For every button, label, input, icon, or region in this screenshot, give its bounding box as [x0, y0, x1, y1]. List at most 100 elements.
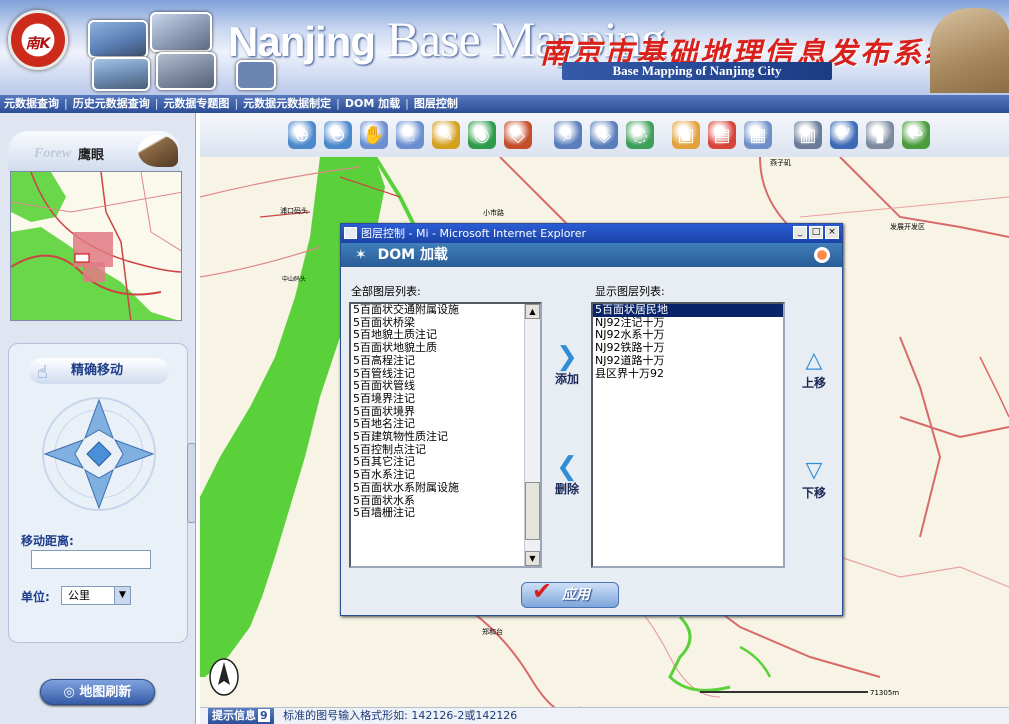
menu-item[interactable]: DOM 加载 — [345, 97, 400, 110]
all-layers-scrollbar[interactable]: ▲ ▼ — [524, 304, 540, 566]
banner-photo-3 — [150, 12, 212, 52]
scroll-thumb[interactable] — [525, 482, 540, 540]
move-up-arrow-icon[interactable] — [84, 398, 114, 440]
move-down-arrow-icon[interactable] — [84, 468, 114, 510]
status-tag: 提示信息 9 — [208, 708, 274, 724]
pan-hand-icon[interactable]: ✋ — [360, 121, 388, 149]
menu-item[interactable]: 图层控制 — [414, 97, 458, 110]
select-point-icon[interactable]: ▣ — [672, 121, 700, 149]
all-layers-label: 全部图层列表: — [351, 285, 421, 298]
move-left-arrow-icon[interactable] — [43, 439, 85, 469]
menu-separator: | — [336, 97, 340, 110]
back-icon[interactable]: ↩ — [902, 121, 930, 149]
measure-area-icon[interactable]: ◇ — [504, 121, 532, 149]
banner-subtitle-en: Base Mapping of Nanjing City — [562, 62, 832, 80]
display-layers-items: 5百面状居民地 NJ92注记十万 NJ92水系十万 NJ92铁路十万 NJ92道路十万县… — [593, 304, 783, 380]
all-layers-item[interactable]: 5百墙栅注记 — [351, 507, 540, 520]
hand-pointer-icon: ☝ — [37, 362, 48, 383]
menu-separator: | — [154, 97, 159, 110]
unit-select[interactable]: 公里 ▼ — [61, 586, 131, 605]
triangle-down-icon: ▽ — [805, 458, 823, 483]
move-up-button[interactable]: △ 上移 — [793, 348, 835, 391]
banner-photo-2 — [92, 57, 150, 91]
all-layers-item[interactable]: 5百水系注记 — [351, 468, 540, 482]
measure-ruler-icon[interactable]: ✎ — [432, 121, 460, 149]
close-icon[interactable]: × — [825, 226, 839, 239]
edit-icon[interactable]: ✐ — [830, 121, 858, 149]
scale-bar-label: 71305m — [870, 689, 899, 697]
center-diamond-icon[interactable] — [86, 441, 112, 467]
banner-photo-1 — [88, 20, 148, 58]
triangle-up-icon: △ — [805, 348, 823, 373]
overview-map[interactable] — [10, 171, 182, 321]
panel-splitter-handle[interactable] — [187, 443, 196, 523]
ie-window-icon — [344, 227, 357, 239]
select-polygon-icon[interactable]: ▦ — [744, 121, 772, 149]
menu-item[interactable]: 元数据专题图 — [163, 97, 229, 110]
map-label: 燕子矶 — [770, 158, 791, 167]
unit-selected-value: 公里 — [68, 589, 90, 602]
map-label: 郑和台 — [482, 627, 503, 636]
apply-button[interactable]: ✔ 应用 — [521, 579, 619, 608]
dialog-titlebar[interactable]: 图层控制 - Mi - Microsoft Internet Explorer … — [341, 224, 842, 243]
remove-button-label: 删除 — [554, 482, 579, 496]
map-label: 中山码头 — [282, 275, 306, 283]
all-layers-item[interactable]: 5百面状地貌土质 — [351, 341, 540, 355]
all-layers-item[interactable]: 5百建筑物性质注记 — [351, 430, 540, 444]
menu-item[interactable]: 元数据元数据制定 — [243, 97, 331, 110]
all-layers-item[interactable]: 5百高程注记 — [351, 354, 540, 368]
overview-map-graphic — [11, 172, 181, 320]
fine-move-panel: ☝ 精确移动 移动距离: 单位: 公里 ▼ — [8, 343, 188, 643]
move-down-label: 下移 — [801, 486, 826, 500]
map-label: 发展开发区 — [890, 222, 925, 231]
display-layers-item[interactable]: 县区界十万92 — [593, 367, 783, 381]
display-layers-listbox[interactable]: 5百面状居民地 NJ92注记十万 NJ92水系十万 NJ92铁路十万 NJ92道路十万县… — [591, 302, 785, 568]
buffer-icon[interactable]: ◌ — [626, 121, 654, 149]
logo-text: 南K — [25, 36, 51, 52]
maximize-icon[interactable]: □ — [809, 226, 823, 239]
eagle-icon — [138, 135, 178, 167]
display-layers-item[interactable]: 5百面状居民地 — [593, 304, 783, 317]
logo-eagle-eye-text: 鹰眼 — [78, 148, 105, 163]
query-magnifier-icon[interactable]: ⌕ — [554, 121, 582, 149]
menu-separator: | — [234, 97, 239, 110]
add-button[interactable]: ❯ 添加 — [547, 344, 587, 387]
direction-compass — [42, 397, 156, 511]
all-layers-item[interactable]: 5百面状水系附属设施 — [351, 481, 540, 495]
logo-forward-text: Forew — [34, 146, 72, 161]
menu-item[interactable]: 元数据查询 — [4, 97, 59, 110]
map-refresh-button[interactable]: ◎ 地图刷新 — [40, 679, 155, 705]
move-distance-input[interactable] — [31, 550, 151, 569]
banner-title-main: Nanjing — [228, 18, 376, 65]
dialog-close-icon[interactable] — [814, 247, 830, 263]
fine-move-title: 精确移动 — [71, 363, 124, 378]
zoom-out-icon[interactable]: ⊖ — [324, 121, 352, 149]
remove-button[interactable]: ❮ 删除 — [547, 454, 587, 497]
all-layers-listbox[interactable]: 5百面状交通附属设施 5百面状桥梁 5百地貌土质注记 5百面状地貌土质 5百高程注记 5百… — [349, 302, 542, 568]
all-layers-item[interactable]: 5百面状交通附属设施 — [351, 304, 540, 317]
move-right-arrow-icon[interactable] — [113, 439, 155, 469]
globe-icon[interactable]: ◉ — [468, 121, 496, 149]
display-layers-item[interactable]: NJ92道路十万 — [593, 354, 783, 368]
apply-button-label: 应用 — [562, 587, 590, 603]
display-layers-item[interactable]: NJ92铁路十万 — [593, 341, 783, 355]
all-layers-item[interactable]: 5百境界注记 — [351, 392, 540, 406]
main-menu-bar: 元数据查询 | 历史元数据查询 | 元数据专题图 | 元数据元数据制定 | DOM 加载 | 图层控… — [0, 95, 1009, 113]
header-banner: 南K Nanjing Base Mapping 南京市基础地理信息发布系统 Ba… — [0, 0, 1009, 95]
select-hand-icon[interactable]: ☝ — [396, 121, 424, 149]
select-rect-icon[interactable]: ▤ — [708, 121, 736, 149]
scroll-up-icon[interactable]: ▲ — [525, 304, 540, 319]
layer-control-dialog: 图层控制 - Mi - Microsoft Internet Explorer … — [340, 223, 843, 616]
fine-move-header: ☝ 精确移动 — [29, 358, 169, 384]
dropdown-arrow-icon[interactable]: ▼ — [114, 587, 130, 604]
display-layers-label: 显示图层列表: — [595, 285, 665, 298]
dialog-header: ✶ DOM 加载 — [341, 243, 842, 267]
print-icon[interactable]: ▥ — [794, 121, 822, 149]
zoom-in-icon[interactable]: ⊕ — [288, 121, 316, 149]
menu-item[interactable]: 历史元数据查询 — [73, 97, 150, 110]
minimize-icon[interactable]: _ — [793, 226, 807, 239]
identify-icon[interactable]: ◈ — [590, 121, 618, 149]
delete-icon[interactable]: ▮ — [866, 121, 894, 149]
scroll-down-icon[interactable]: ▼ — [525, 551, 540, 566]
move-down-button[interactable]: ▽ 下移 — [793, 458, 835, 501]
